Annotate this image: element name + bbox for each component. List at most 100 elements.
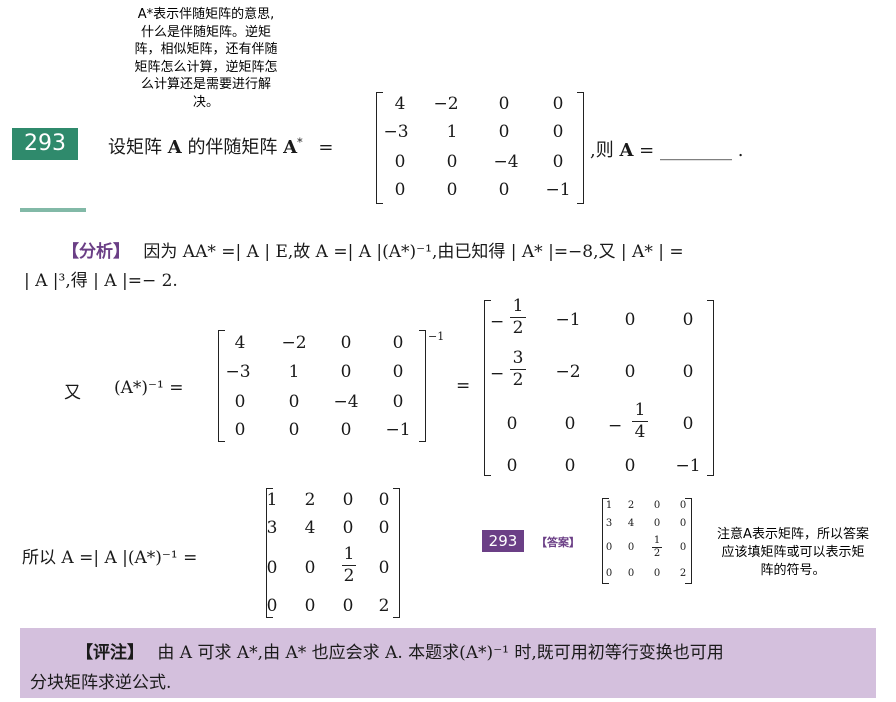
analysis-line-1: 【分析】 因为 AA* =| A | E,故 A =| A |(A*)⁻¹,由已…: [62, 237, 684, 262]
top-note-line: 决。: [192, 94, 219, 110]
review-line-2: 分块矩阵求逆公式.: [30, 673, 172, 693]
matrix-cell: 0: [446, 152, 458, 172]
matrix-cell: 0: [653, 568, 661, 579]
matrix-cell: 0: [304, 596, 316, 616]
answer-tag: 【答案】: [536, 536, 580, 549]
final-matrix-cells: 1 2 0 0 3 4 0 0 0 0 12 0 0 0 0 2: [266, 488, 398, 618]
matrix-cell: 0: [679, 500, 687, 511]
matrix-cell: 0: [498, 94, 510, 114]
problem-tail: ,则 A = ________ .: [590, 136, 743, 162]
matrix-cell: 0: [679, 542, 687, 553]
fraction: 14: [632, 402, 648, 441]
matrix-cell: 0: [564, 414, 576, 434]
matrix-cell: 0: [340, 362, 352, 382]
matrix-cell: 0: [342, 490, 354, 510]
answer-matrix-cells: 1 2 0 0 3 4 0 0 0 0 12 0 0 0 0 2: [602, 498, 690, 584]
equals-sign: =: [456, 376, 471, 396]
matrix-cell: 0: [653, 518, 661, 529]
top-note: A*表示伴随矩阵的意思, 什么是伴随矩阵。逆矩 阵，相似矩阵，还有伴随 矩阵怎么…: [108, 6, 304, 111]
inverse-source-cells: 4 −2 0 0 −3 1 0 0 0 0 −4 0 0 0 0 −1: [218, 330, 424, 442]
side-note-line: 阵的符号。: [760, 563, 826, 578]
matrix-cell: 0: [266, 558, 278, 578]
matrix-cell: 0: [624, 456, 636, 476]
var-a: A: [619, 140, 634, 161]
problem-number-badge: 293: [12, 128, 78, 160]
side-note-line: 注意A表示矩阵，所以答案: [717, 527, 869, 542]
matrix-cell: 0: [378, 490, 390, 510]
matrix-cell: 0: [552, 94, 564, 114]
matrix-cell: 1: [288, 362, 300, 382]
minus-sign: −: [490, 364, 505, 384]
so-label: 所以 A =| A |(A*)⁻¹ =: [22, 548, 198, 568]
matrix-cell: 0: [564, 456, 576, 476]
answer-blank: ________: [660, 140, 732, 161]
matrix-cell: 0: [342, 518, 354, 538]
matrix-cell: 0: [682, 414, 694, 434]
matrix-cell: 0: [288, 420, 300, 440]
star-symbol: *: [297, 136, 303, 149]
analysis-text-1: 因为 AA* =| A | E,故 A =| A |(A*)⁻¹,由已知得 | …: [143, 242, 684, 262]
var-a: A: [167, 137, 182, 158]
top-note-line: 阵，相似矩阵，还有伴随: [134, 42, 278, 57]
top-note-line: 矩阵怎么计算，逆矩阵怎: [134, 59, 278, 75]
matrix-cell: 0: [378, 518, 390, 538]
matrix-cell: 0: [304, 558, 316, 578]
review-tag: 【评注】: [76, 643, 144, 663]
top-note-line: 么计算还是需要进行解: [140, 77, 271, 92]
matrix-cell: 1: [605, 500, 613, 511]
matrix-cell: 2: [679, 568, 687, 579]
matrix-cell: −2: [555, 362, 581, 382]
matrix-cell: 0: [392, 362, 404, 382]
matrix-cell: 1: [266, 490, 278, 510]
matrix-cell: −1: [545, 180, 571, 200]
minus-sign: −: [490, 312, 505, 332]
analysis-line-2: | A |³,得 | A |=− 2.: [24, 271, 178, 291]
matrix-cell: 0: [605, 542, 613, 553]
matrix-cell: 3: [605, 518, 613, 529]
problem-matrix-cells: 4 −2 0 0 −3 1 0 0 0 0 −4 0 0 0 0 −1: [376, 92, 582, 204]
matrix-cell: 0: [627, 568, 635, 579]
top-note-line: A*表示伴随矩阵的意思,: [137, 7, 275, 22]
fraction: 12: [510, 298, 526, 337]
matrix-cell: 0: [266, 596, 278, 616]
matrix-cell: 0: [446, 180, 458, 200]
period: .: [737, 140, 744, 161]
inverse-result-cells: − 12 −1 0 0 − 32 −2 0 0 0 0 − 14 0 0 0 0…: [484, 298, 712, 477]
equals-sign: =: [639, 140, 655, 161]
problem-statement: 设矩阵 A 的伴随矩阵 A* =: [108, 133, 333, 159]
matrix-cell: 0: [394, 180, 406, 200]
inverse-label: (A*)⁻¹ =: [114, 378, 184, 398]
matrix-cell: 0: [682, 310, 694, 330]
fraction: 12: [652, 535, 662, 559]
matrix-cell: 0: [627, 542, 635, 553]
matrix-cell: 4: [627, 518, 635, 529]
matrix-cell: −4: [493, 152, 519, 172]
matrix-cell: 1: [446, 122, 458, 142]
matrix-cell: 0: [378, 558, 390, 578]
matrix-cell: 0: [679, 518, 687, 529]
matrix-cell: −1: [385, 420, 411, 440]
matrix-cell: 0: [394, 152, 406, 172]
matrix-cell: 0: [342, 596, 354, 616]
matrix-cell: 0: [392, 392, 404, 412]
fraction: 12: [342, 544, 356, 586]
matrix-cell: 0: [340, 333, 352, 353]
matrix-cell: 0: [392, 333, 404, 353]
matrix-cell: 2: [378, 596, 390, 616]
matrix-cell: 0: [605, 568, 613, 579]
matrix-cell: 0: [498, 180, 510, 200]
problem-text-after: ,则: [590, 140, 614, 161]
matrix-cell: 4: [304, 518, 316, 538]
top-note-line: 什么是伴随矩阵。逆矩: [140, 24, 271, 40]
matrix-cell: 0: [624, 310, 636, 330]
matrix-cell: 0: [506, 456, 518, 476]
matrix-cell: 0: [234, 420, 246, 440]
matrix-cell: −4: [333, 392, 359, 412]
analysis-tag: 【分析】: [62, 242, 130, 262]
matrix-cell: 0: [552, 122, 564, 142]
matrix-cell: 3: [266, 518, 278, 538]
matrix-cell: −1: [555, 310, 581, 330]
problem-text-mid: 的伴随矩阵: [187, 137, 278, 158]
minus-sign: −: [608, 416, 623, 436]
side-note-line: 应该填矩阵或可以表示矩: [721, 545, 865, 560]
